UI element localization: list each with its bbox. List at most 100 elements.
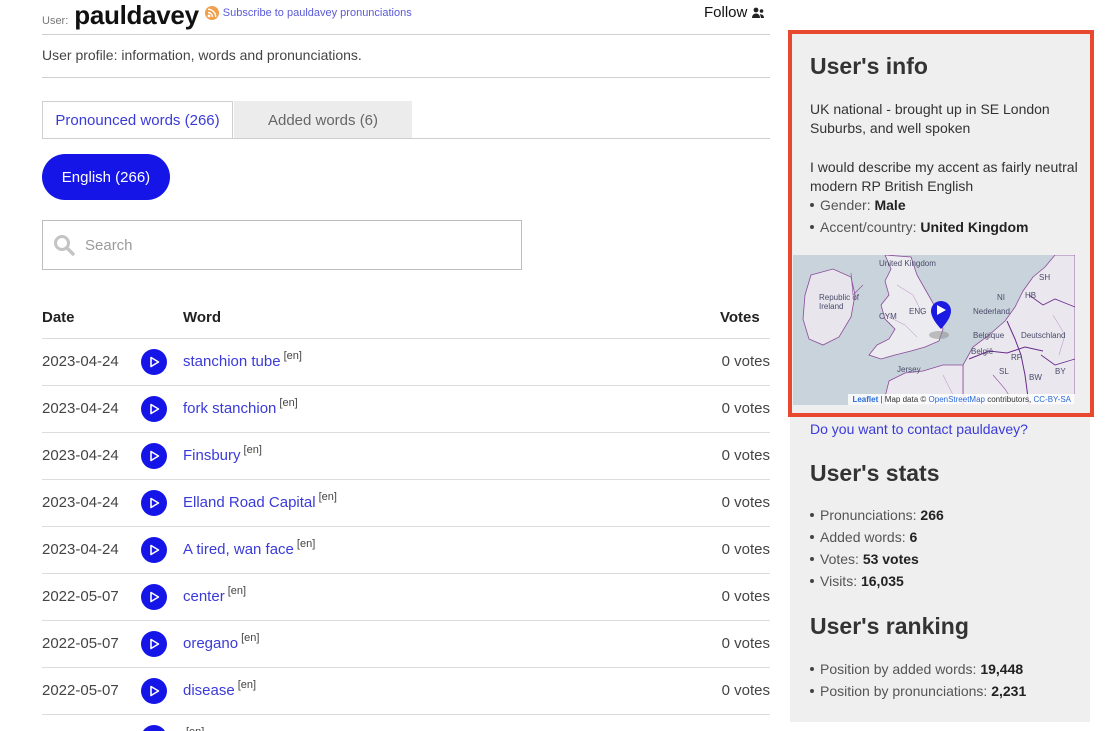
language-filter-english[interactable]: English (266) (42, 154, 170, 200)
map-label-deutschland: Deutschland (1021, 331, 1066, 340)
bullet-dot (810, 689, 814, 693)
map-label-by: BY (1055, 367, 1066, 376)
row-word[interactable]: center [en] (183, 585, 246, 605)
accent-label: Accent/country: (820, 219, 917, 235)
row-word[interactable]: Finsbury [en] (183, 444, 262, 464)
row-date: 2023-04-24 (42, 353, 119, 370)
map-label-sh: SH (1039, 273, 1051, 282)
follow-label: Follow (704, 4, 748, 21)
ranking-label: Position by pronunciations: (820, 683, 988, 699)
stat-value: 16,035 (860, 573, 904, 589)
play-icon[interactable] (141, 631, 167, 657)
row-votes: 0 votes (721, 635, 770, 652)
column-header-date[interactable]: Date (42, 309, 75, 326)
word-link[interactable]: Finsbury (183, 447, 241, 464)
language-tag: [en] (186, 726, 204, 731)
map-tiles[interactable] (793, 255, 1075, 405)
tab-added-words[interactable]: Added words (6) (234, 101, 412, 139)
search-input[interactable] (85, 236, 485, 254)
users-icon (752, 7, 765, 18)
map-label-bw: BW (1029, 373, 1042, 382)
word-link[interactable]: fork stanchion (183, 400, 276, 417)
map-label-ni: NI (997, 293, 1005, 302)
user-info-paragraph-1: UK national - brought up in SE London Su… (810, 101, 1050, 136)
language-tag: [en] (283, 350, 302, 362)
word-link[interactable]: stanchion tube (183, 353, 281, 370)
tab-pronounced-words[interactable]: Pronounced words (266) (42, 101, 233, 139)
user-prefix: User: (42, 15, 69, 27)
play-icon[interactable] (141, 396, 167, 422)
osm-link[interactable]: OpenStreetMap (929, 395, 985, 404)
row-date: 2022-05-07 (42, 682, 119, 699)
map-label-eng: ENG (909, 307, 927, 316)
location-map[interactable]: United Kingdom Republic of Ireland CYM E… (793, 255, 1075, 405)
tabs-divider (42, 138, 770, 139)
play-icon[interactable] (141, 349, 167, 375)
stat-value: 6 (909, 529, 918, 545)
row-word[interactable]: fork stanchion [en] (183, 397, 298, 417)
accent-value: United Kingdom (920, 219, 1029, 235)
language-tag: [en] (243, 444, 262, 456)
row-date: 2023-04-24 (42, 541, 119, 558)
play-icon[interactable] (141, 584, 167, 610)
stat-item: Pronunciations: 266 (810, 507, 944, 523)
language-tag: [en] (318, 491, 337, 503)
row-word[interactable]: stanchion tube [en] (183, 350, 302, 370)
stat-item: Added words: 6 (810, 529, 917, 545)
map-label-uk: United Kingdom (879, 259, 936, 268)
subscribe-link-group[interactable]: Subscribe to pauldavey pronunciations (204, 6, 412, 20)
map-label-belgique: Belgique (973, 331, 1005, 340)
stat-label: Added words: (820, 529, 906, 545)
gender-value: Male (874, 197, 906, 213)
row-date: 2022-05-07 (42, 635, 119, 652)
license-link[interactable]: CC-BY-SA (1034, 395, 1072, 404)
ranking-label: Position by added words: (820, 661, 977, 677)
bullet-dot (810, 535, 814, 539)
follow-button[interactable]: Follow (704, 4, 765, 21)
ranking-item: Position by pronunciations: 2,231 (810, 683, 1026, 699)
word-link[interactable]: Elland Road Capital (183, 494, 316, 511)
row-word[interactable]: Elland Road Capital [en] (183, 491, 337, 511)
bullet-dot (810, 513, 814, 517)
word-link[interactable]: disease (183, 682, 235, 699)
row-word[interactable]: oregano [en] (183, 632, 259, 652)
table-row: 2022-05-07 disease [en] 0 votes (42, 667, 770, 714)
ranking-value: 2,231 (991, 683, 1027, 699)
subscribe-link[interactable]: Subscribe to pauldavey pronunciations (223, 7, 412, 19)
leaflet-link[interactable]: Leaflet (852, 395, 878, 404)
row-votes: 0 votes (721, 447, 770, 464)
row-word[interactable]: A tired, wan face [en] (183, 538, 315, 558)
map-label-rp: RP (1011, 353, 1023, 362)
stat-item: Visits: 16,035 (810, 573, 904, 589)
bullet-dot (810, 579, 814, 583)
play-icon[interactable] (141, 537, 167, 563)
map-label-belgie: België (971, 347, 994, 356)
contributors-text: contributors, (987, 395, 1032, 404)
username: pauldavey (74, 0, 199, 30)
word-link[interactable]: oregano (183, 635, 238, 652)
row-votes: 0 votes (721, 494, 770, 511)
word-link[interactable]: A tired, wan face (183, 541, 294, 558)
rss-icon[interactable] (204, 6, 219, 20)
stat-item: Votes: 53 votes (810, 551, 919, 567)
table-row: 2022-05-07 oregano [en] 0 votes (42, 620, 770, 667)
map-label-hb: HB (1025, 291, 1037, 300)
play-icon[interactable] (141, 725, 167, 731)
play-icon[interactable] (141, 490, 167, 516)
gender-label: Gender: (820, 197, 871, 213)
row-votes: 0 votes (721, 588, 770, 605)
word-link[interactable]: center (183, 588, 225, 605)
row-word[interactable]: disease [en] (183, 679, 256, 699)
play-icon[interactable] (141, 443, 167, 469)
user-ranking-title: User's ranking (810, 613, 969, 639)
bullet-dot (810, 667, 814, 671)
row-date: 2022-05-07 (42, 588, 119, 605)
column-header-votes[interactable]: Votes (720, 309, 760, 326)
table-row: 2022-05-07 center [en] 0 votes (42, 573, 770, 620)
header-divider (42, 34, 770, 35)
column-header-word[interactable]: Word (183, 309, 221, 326)
language-tag: [en] (279, 397, 298, 409)
play-icon[interactable] (141, 678, 167, 704)
contact-user-link[interactable]: Do you want to contact pauldavey? (810, 421, 1028, 437)
search-box[interactable] (42, 220, 522, 270)
